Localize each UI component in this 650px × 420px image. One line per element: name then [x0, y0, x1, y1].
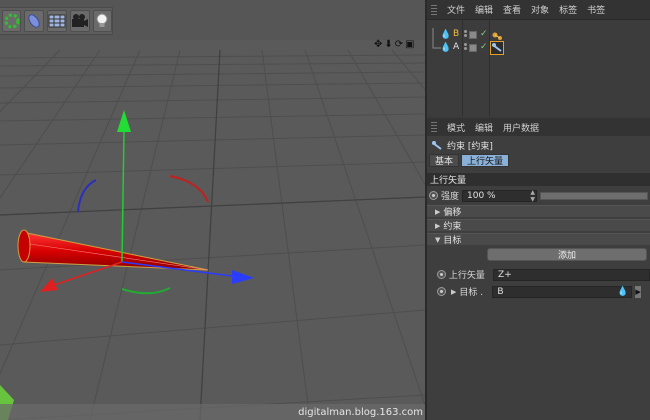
strength-field[interactable]: 100 % ▲ ▼ [462, 189, 538, 203]
watermark: digitalman.blog.163.com [298, 407, 423, 418]
maximize-icon[interactable]: ▣ [405, 39, 414, 50]
menu-file[interactable]: 文件 [447, 3, 465, 16]
attribute-title: 约束 [约束] [447, 141, 493, 152]
up-vector-select[interactable]: Z+ [493, 268, 650, 281]
attribute-manager-menubar: 模式 编辑 用户数据 [427, 118, 650, 136]
strength-label: 强度 [441, 192, 460, 202]
attribute-tabs: 基本 上行矢量 [427, 154, 650, 170]
viewport-toolbar [0, 7, 113, 35]
light-bulb-icon[interactable] [92, 10, 112, 32]
collapsed-triangle-icon: ▶ [435, 207, 441, 216]
animate-radio[interactable] [437, 270, 446, 279]
stepper-arrows-icon[interactable]: ▲ ▼ [530, 189, 536, 203]
menu-edit[interactable]: 编辑 [475, 121, 493, 134]
layer-color-swatch[interactable] [469, 44, 477, 52]
nurbs-blue-icon[interactable] [24, 10, 44, 32]
collapsed-triangle-icon: ▶ [435, 221, 441, 230]
up-vector-label: 上行矢量 [448, 271, 485, 281]
menu-user-data[interactable]: 用户数据 [503, 121, 539, 134]
object-name-a[interactable]: A [453, 42, 459, 52]
link-arrow-button[interactable]: ▶ [635, 285, 642, 298]
group-target-label: 目标 [443, 236, 462, 246]
up-vector-value: Z+ [498, 269, 512, 280]
strength-slider[interactable] [540, 191, 648, 200]
target-link-field[interactable]: B 💧 [492, 285, 633, 298]
up-vector-row: 上行矢量 Z+ [427, 267, 650, 282]
group-target[interactable]: ▼ 目标 [427, 233, 650, 246]
group-offset[interactable]: ▶ 偏移 [427, 205, 650, 218]
object-manager: 文件 编辑 查看 对象 标签 书签 💧 B ✓ 💧 A ✓ [427, 0, 650, 116]
null-object-icon: 💧 [440, 43, 452, 53]
menu-mode[interactable]: 模式 [447, 121, 465, 134]
expanded-triangle-icon: ▼ [435, 235, 441, 244]
grip-handle-icon[interactable] [431, 122, 437, 132]
layer-dots-icon[interactable] [464, 30, 468, 38]
strength-value: 100 % [467, 190, 496, 201]
attribute-manager: 模式 编辑 用户数据 约束 [约束] 基本 上行矢量 上行矢量 强度 100 %… [427, 118, 650, 420]
grip-handle-icon[interactable] [431, 4, 437, 15]
constraint-tag-icon [432, 140, 442, 150]
target-value: B [497, 286, 504, 297]
move-icon[interactable]: ✥ [374, 39, 382, 50]
add-button[interactable]: 添加 [487, 248, 647, 261]
group-constraint-label: 约束 [443, 222, 462, 232]
section-header: 上行矢量 [427, 173, 650, 186]
viewport-scene[interactable] [0, 0, 425, 420]
layer-dots-icon[interactable] [464, 43, 468, 51]
3d-viewport[interactable]: ✥ ⬇ ⟳ ▣ digitalman.blog.163.com [0, 0, 425, 420]
spline-green-icon[interactable] [2, 10, 22, 32]
enabled-check-icon[interactable]: ✓ [480, 29, 488, 39]
strength-row: 强度 100 % ▲ ▼ [427, 188, 650, 203]
collapsed-triangle-icon[interactable]: ▶ [451, 288, 456, 296]
floor-grid-icon[interactable] [46, 10, 67, 32]
group-offset-label: 偏移 [443, 208, 462, 218]
null-object-icon: 💧 [440, 30, 452, 40]
object-row-a[interactable]: 💧 A ✓ [427, 41, 650, 55]
null-object-icon: 💧 [617, 286, 629, 297]
animate-radio[interactable] [437, 287, 446, 296]
viewport-nav-controls: ✥ ⬇ ⟳ ▣ [374, 39, 415, 50]
attribute-title-row: 约束 [约束] [427, 136, 650, 154]
down-arrow-icon[interactable]: ⬇ [384, 39, 392, 50]
menu-tags[interactable]: 标签 [559, 3, 577, 16]
object-name-b[interactable]: B [453, 29, 459, 39]
tab-basic[interactable]: 基本 [429, 154, 460, 167]
menu-view[interactable]: 查看 [503, 3, 521, 16]
tab-up-vector[interactable]: 上行矢量 [461, 154, 510, 167]
animate-radio[interactable] [429, 191, 438, 200]
group-constraint[interactable]: ▶ 约束 [427, 219, 650, 232]
constraint-tag-selected[interactable] [490, 41, 504, 55]
layer-color-swatch[interactable] [469, 31, 477, 39]
target-label: 目标 . [459, 288, 484, 298]
object-manager-menubar: 文件 编辑 查看 对象 标签 书签 [427, 0, 650, 20]
menu-bookmarks[interactable]: 书签 [587, 3, 605, 16]
menu-edit[interactable]: 编辑 [475, 3, 493, 16]
constraint-tag-icon [492, 43, 502, 52]
target-row: ▶ 目标 . B 💧 ▶ [427, 284, 650, 299]
object-row-b[interactable]: 💧 B ✓ [427, 29, 650, 42]
rotate-icon[interactable]: ⟳ [395, 39, 403, 50]
enabled-check-icon[interactable]: ✓ [480, 42, 488, 52]
camera-icon[interactable] [69, 10, 90, 32]
menu-object[interactable]: 对象 [531, 3, 549, 16]
